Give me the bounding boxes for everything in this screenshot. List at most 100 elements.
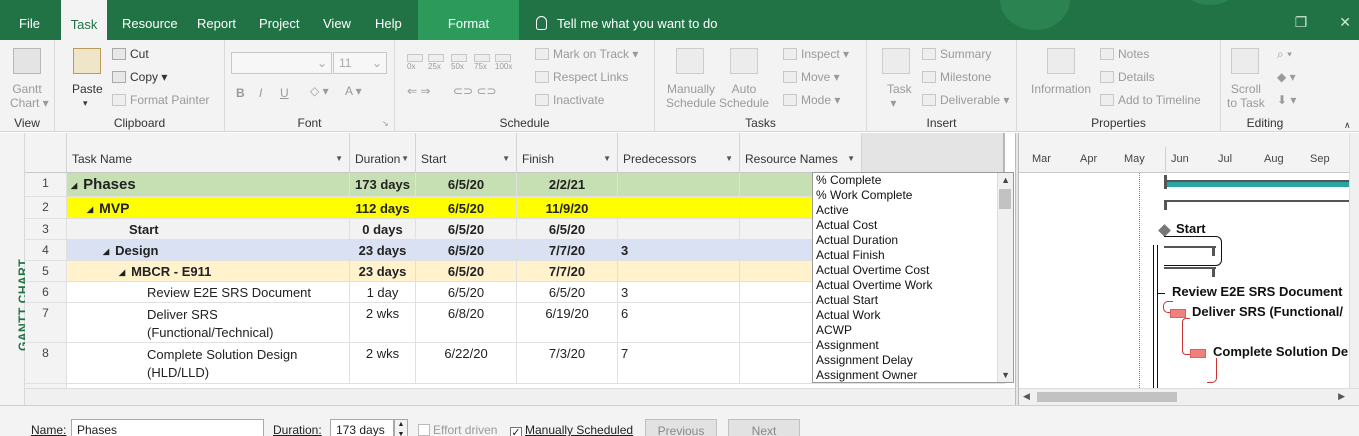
dropdown-arrow-icon[interactable]: ▼ (401, 154, 409, 163)
finish-cell[interactable]: 6/5/20 (517, 282, 618, 302)
cut-button[interactable]: Cut (112, 47, 149, 61)
duration-cell[interactable]: 2 wks (350, 303, 416, 342)
tab-project[interactable]: Project (259, 0, 299, 40)
pct-75-button[interactable]: 75x (474, 54, 490, 71)
format-painter-button[interactable]: Format Painter (112, 93, 209, 107)
tell-me-search[interactable]: Tell me what you want to do (536, 0, 717, 40)
effort-driven-checkbox[interactable]: Effort driven (418, 423, 497, 436)
milestone-button[interactable]: Milestone (922, 70, 991, 84)
scroll-thumb[interactable] (1037, 392, 1177, 402)
duration-cell[interactable]: 0 days (350, 219, 416, 239)
row-number[interactable]: 1 (25, 173, 67, 196)
row-number[interactable]: 3 (25, 219, 67, 239)
list-item[interactable]: Actual Work (813, 308, 1013, 323)
gantt-task-bar[interactable] (1190, 349, 1206, 358)
task-name-cell[interactable]: Review E2E SRS Document (67, 282, 350, 302)
predecessors-cell[interactable]: 3 (618, 240, 740, 260)
list-item[interactable]: Active (813, 203, 1013, 218)
field-name-dropdown-list[interactable]: % Complete % Work Complete Active Actual… (812, 172, 1014, 383)
manually-scheduled-checkbox[interactable]: ✓ Manually Scheduled (510, 423, 633, 436)
tab-report[interactable]: Report (197, 0, 236, 40)
gantt-horizontal-scrollbar[interactable]: ◀ ▶ (1019, 388, 1359, 405)
select-all-corner[interactable] (25, 133, 67, 173)
finish-cell[interactable]: 7/3/20 (517, 343, 618, 383)
list-item[interactable]: Actual Start (813, 293, 1013, 308)
add-new-column-header[interactable] (862, 133, 1005, 173)
predecessors-cell[interactable]: 3 (618, 282, 740, 302)
start-cell[interactable]: 6/5/20 (416, 240, 517, 260)
start-cell[interactable]: 6/8/20 (416, 303, 517, 342)
collapse-triangle-icon[interactable]: ◢ (71, 181, 77, 190)
start-cell[interactable]: 6/5/20 (416, 173, 517, 196)
list-item[interactable]: Actual Finish (813, 248, 1013, 263)
list-item[interactable]: ACWP (813, 323, 1013, 338)
start-cell[interactable]: 6/5/20 (416, 282, 517, 302)
collapse-triangle-icon[interactable]: ◢ (119, 268, 125, 277)
tab-format[interactable]: Format (418, 0, 519, 40)
duration-spinner[interactable]: ▲ ▼ (394, 419, 408, 436)
pct-50-button[interactable]: 50x (451, 54, 467, 71)
collapse-triangle-icon[interactable]: ◢ (87, 205, 93, 214)
row-number[interactable]: 8 (25, 343, 67, 383)
dropdown-arrow-icon[interactable]: ▼ (725, 154, 733, 163)
summary-button[interactable]: Summary (922, 47, 991, 61)
column-header-start[interactable]: Start ▼ (416, 133, 517, 173)
finish-cell[interactable]: 7/7/20 (517, 261, 618, 281)
gantt-chart-button[interactable]: Gantt Chart ▾ (10, 82, 49, 110)
task-name-cell[interactable]: Deliver SRS (Functional/Technical) (67, 303, 350, 342)
row-number[interactable]: 5 (25, 261, 67, 281)
milestone-diamond-icon[interactable] (1158, 224, 1171, 237)
finish-cell[interactable]: 6/19/20 (517, 303, 618, 342)
collapse-triangle-icon[interactable]: ◢ (103, 247, 109, 256)
row-number[interactable]: 6 (25, 282, 67, 302)
find-icon[interactable]: ⌕ ▾ (1277, 47, 1292, 62)
gantt-vertical-scrollbar[interactable] (1349, 133, 1359, 388)
dropdown-arrow-icon[interactable]: ▼ (603, 154, 611, 163)
copy-button[interactable]: Copy ▾ (112, 70, 167, 84)
previous-button[interactable]: Previous (645, 419, 717, 436)
finish-cell[interactable]: 6/5/20 (517, 219, 618, 239)
tab-file[interactable]: File (19, 0, 40, 40)
list-item[interactable]: Actual Cost (813, 218, 1013, 233)
pct-25-button[interactable]: 25x (428, 54, 444, 71)
font-color-icon[interactable]: A ▾ (345, 84, 362, 98)
list-item[interactable]: Actual Overtime Cost (813, 263, 1013, 278)
duration-cell[interactable]: 1 day (350, 282, 416, 302)
scroll-thumb[interactable] (999, 189, 1011, 209)
scroll-right-icon[interactable]: ▶ (1338, 391, 1345, 402)
tab-task[interactable]: Task (61, 0, 107, 40)
task-name-cell[interactable]: ◢ Design (67, 240, 350, 260)
clear-icon[interactable]: ◆ ▾ (1277, 70, 1296, 84)
list-item[interactable]: Assignment (813, 338, 1013, 353)
scroll-left-icon[interactable]: ◀ (1023, 391, 1030, 402)
column-header-predecessors[interactable]: Predecessors ▼ (618, 133, 740, 173)
duration-field[interactable]: 173 days (330, 419, 394, 436)
task-name-cell[interactable]: ◢ MBCR - E911 (67, 261, 350, 281)
duration-cell[interactable]: 23 days (350, 240, 416, 260)
gantt-summary-bar[interactable] (1164, 267, 1216, 269)
predecessors-cell[interactable]: 7 (618, 343, 740, 383)
insert-task-button[interactable]: Task ▾ (887, 82, 912, 110)
grid-horizontal-scrollbar[interactable] (25, 388, 1015, 405)
duration-cell[interactable]: 173 days (350, 173, 416, 196)
gantt-summary-bar[interactable] (1164, 182, 1359, 187)
tab-help[interactable]: Help (375, 0, 402, 40)
column-header-task-name[interactable]: Task Name ▼ (67, 133, 350, 173)
tab-resource[interactable]: Resource (122, 0, 178, 40)
row-number[interactable]: 2 (25, 197, 67, 218)
italic-button[interactable]: I (259, 86, 262, 100)
list-item[interactable]: Actual Overtime Work (813, 278, 1013, 293)
predecessors-cell[interactable] (618, 197, 740, 218)
fill-color-icon[interactable]: ◇ ▾ (310, 84, 329, 98)
bold-button[interactable]: B (236, 86, 245, 100)
notes-button[interactable]: Notes (1100, 47, 1149, 61)
task-name-cell[interactable]: Start (67, 219, 350, 239)
dropdown-arrow-icon[interactable]: ▼ (847, 154, 855, 163)
move-button[interactable]: Move ▾ (783, 70, 840, 84)
duration-cell[interactable]: 2 wks (350, 343, 416, 383)
scroll-down-icon[interactable]: ▼ (1001, 370, 1010, 380)
manually-schedule-button[interactable]: Manually Schedule (666, 82, 716, 110)
list-item[interactable]: % Work Complete (813, 188, 1013, 203)
predecessors-cell[interactable] (618, 219, 740, 239)
gantt-task-bar[interactable] (1170, 309, 1186, 318)
